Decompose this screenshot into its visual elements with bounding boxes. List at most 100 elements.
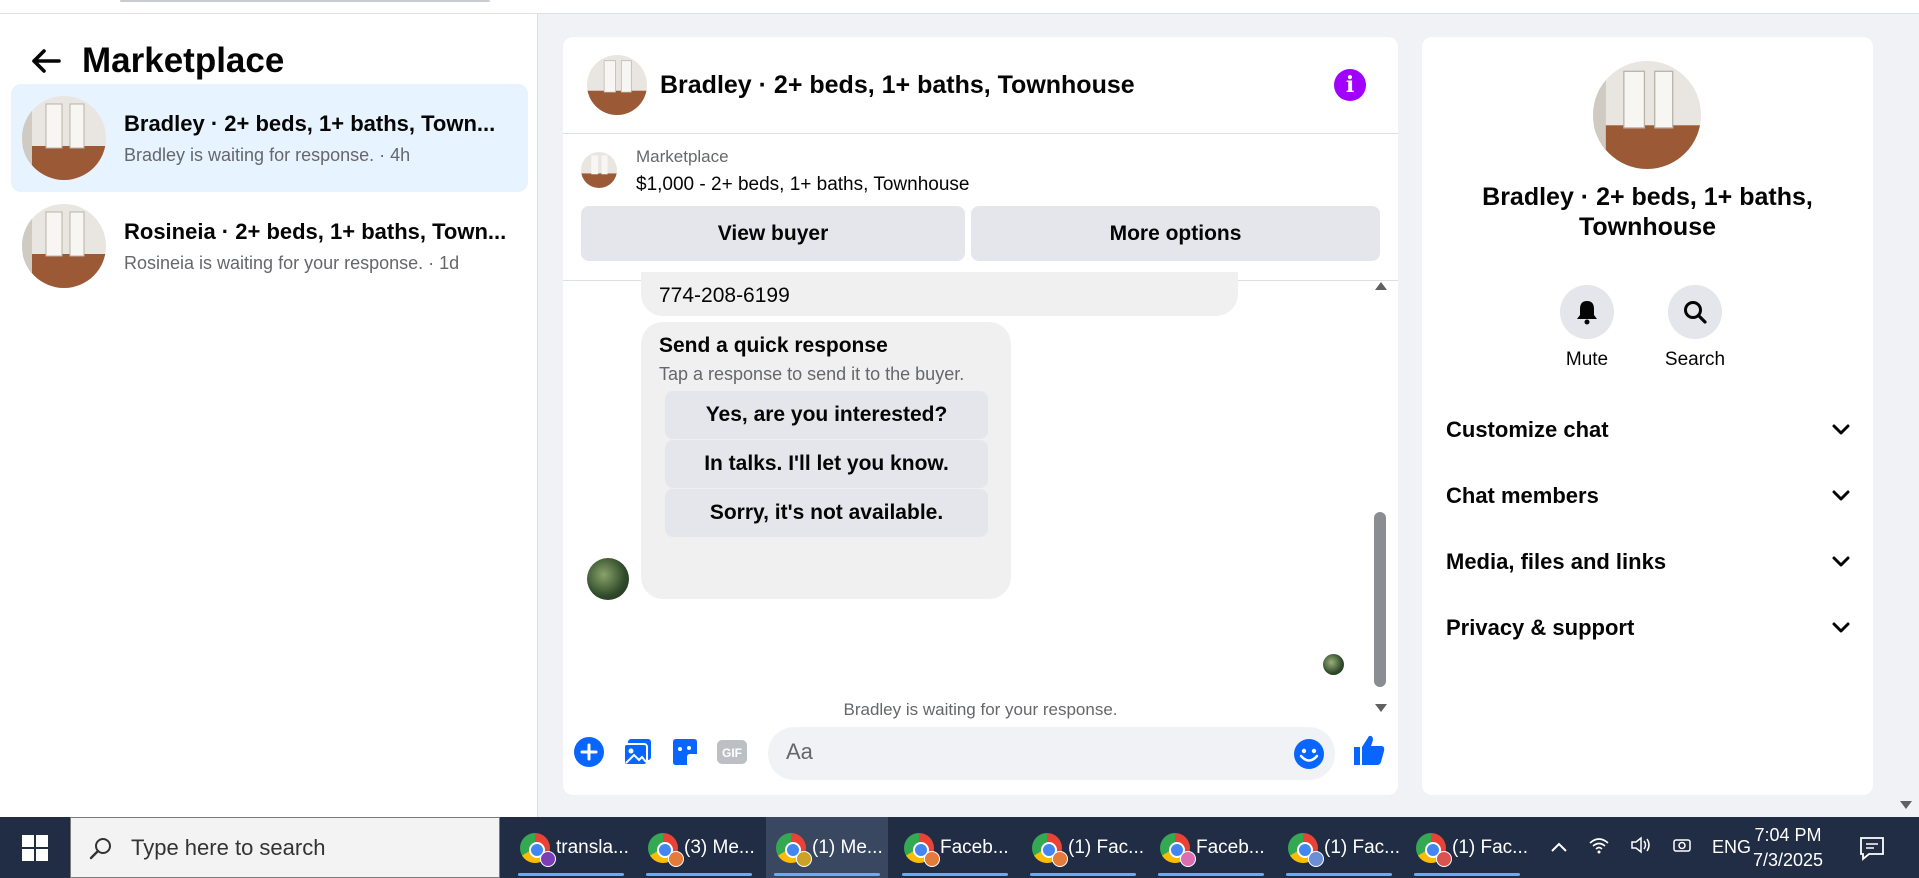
conversation-sidebar: Marketplace Bradley · 2+ beds, 1+ baths,…: [0, 14, 538, 817]
wifi-icon[interactable]: [1588, 836, 1610, 859]
listing-thumbnail: [22, 204, 106, 288]
section-label: Customize chat: [1446, 417, 1609, 442]
search-label: Search: [1664, 349, 1726, 370]
taskbar-app-label: (1) Fac...: [1452, 836, 1528, 858]
chat-scrollbar[interactable]: [1371, 282, 1389, 712]
browser-top-strip: [0, 0, 1919, 14]
listing-card: Marketplace $1,000 - 2+ beds, 1+ baths, …: [563, 134, 1398, 281]
taskbar-app-label: Faceb...: [940, 836, 1009, 858]
thumbs-up-icon[interactable]: [1351, 732, 1387, 768]
section-label: Media, files and links: [1446, 549, 1667, 574]
chat-title[interactable]: Bradley · 2+ beds, 1+ baths, Townhouse: [660, 71, 1135, 100]
chrome-icon: [1160, 832, 1196, 867]
scroll-up-arrow-icon[interactable]: [1375, 282, 1387, 290]
conversation-title: Rosineia · 2+ beds, 1+ baths, Town...: [124, 218, 507, 244]
notification-icon[interactable]: [1855, 831, 1889, 865]
view-buyer-button[interactable]: View buyer: [581, 206, 965, 261]
photo-icon[interactable]: [622, 736, 654, 768]
details-panel: Bradley · 2+ beds, 1+ baths, Townhouse M…: [1422, 37, 1873, 795]
section-customize-chat[interactable]: Customize chat: [1446, 405, 1851, 455]
quick-response-option[interactable]: In talks. I'll let you know.: [665, 440, 988, 488]
speaker-icon[interactable]: [1630, 836, 1652, 859]
section-label: Privacy & support: [1446, 615, 1635, 640]
back-arrow-icon[interactable]: [28, 43, 64, 79]
scrollbar-thumb[interactable]: [1374, 512, 1386, 687]
windows-start-icon[interactable]: [0, 817, 70, 878]
quick-response-option[interactable]: Yes, are you interested?: [665, 391, 988, 439]
conversation-item-bradley[interactable]: Bradley · 2+ beds, 1+ baths, Town... Bra…: [11, 84, 528, 192]
message-input-box: [768, 727, 1335, 780]
taskbar-clock[interactable]: 7:04 PM 7/3/2025: [1738, 823, 1838, 873]
search-icon: [89, 837, 111, 859]
taskbar-app-label: Faceb...: [1196, 836, 1265, 858]
scroll-down-arrow-icon[interactable]: [1375, 704, 1387, 712]
details-name: Bradley · 2+ beds, 1+ baths, Townhouse: [1482, 183, 1813, 241]
search-button[interactable]: Search: [1655, 285, 1735, 371]
taskbar-app-chrome[interactable]: (1) Me...: [766, 817, 888, 878]
address-bar-edge: [120, 0, 490, 2]
waiting-status: Bradley is waiting for your response.: [843, 700, 1118, 719]
conversation-subtitle: Rosineia is waiting for your response. ·…: [124, 252, 460, 273]
taskbar-app-chrome[interactable]: (1) Fac...: [1406, 817, 1528, 878]
chevron-down-icon: [1832, 622, 1850, 633]
taskbar-app-chrome[interactable]: (1) Fac...: [1022, 817, 1144, 878]
chat-avatar[interactable]: [587, 55, 647, 115]
gif-icon[interactable]: GIF: [716, 736, 748, 768]
camera-icon[interactable]: [1672, 836, 1692, 859]
clock-time: 7:04 PM: [1754, 825, 1822, 845]
system-tray: ENG: [1540, 817, 1761, 878]
info-icon[interactable]: i: [1334, 69, 1366, 101]
chevron-up-icon[interactable]: [1550, 837, 1568, 858]
taskbar-app-label: (1) Fac...: [1324, 836, 1400, 858]
taskbar-search-box[interactable]: Type here to search: [70, 817, 500, 878]
sidebar-title: Marketplace: [82, 41, 285, 80]
chat-panel: Bradley · 2+ beds, 1+ baths, Townhouse i…: [563, 37, 1398, 795]
details-avatar: [1593, 61, 1701, 169]
conversation-item-rosineia[interactable]: Rosineia · 2+ beds, 1+ baths, Town... Ro…: [11, 192, 528, 300]
section-label: Chat members: [1446, 483, 1599, 508]
taskbar-app-label: (1) Fac...: [1068, 836, 1144, 858]
emoji-icon[interactable]: [1293, 738, 1325, 770]
search-icon[interactable]: [1668, 285, 1722, 339]
quick-response-card: Send a quick response Tap a response to …: [641, 322, 1011, 599]
bell-icon[interactable]: [1560, 285, 1614, 339]
chrome-icon: [648, 832, 684, 867]
more-options-button[interactable]: More options: [971, 206, 1380, 261]
mute-button[interactable]: Mute: [1547, 285, 1627, 371]
section-privacy-support[interactable]: Privacy & support: [1446, 603, 1851, 653]
section-chat-members[interactable]: Chat members: [1446, 471, 1851, 521]
taskbar-app-chrome[interactable]: (3) Me...: [638, 817, 760, 878]
listing-source: Marketplace: [636, 147, 729, 166]
taskbar-app-label: (1) Me...: [812, 836, 883, 858]
chevron-down-icon: [1832, 490, 1850, 501]
chat-header: Bradley · 2+ beds, 1+ baths, Townhouse i: [563, 37, 1398, 134]
quick-response-title: Send a quick response: [659, 334, 888, 357]
sticker-icon[interactable]: [669, 736, 701, 768]
chevron-down-icon: [1832, 424, 1850, 435]
taskbar-search-placeholder: Type here to search: [131, 834, 326, 860]
message-input[interactable]: [786, 739, 1266, 765]
listing-price: $1,000 - 2+ beds, 1+ baths, Townhouse: [636, 174, 970, 195]
plus-icon[interactable]: [573, 736, 605, 768]
clock-date: 7/3/2025: [1752, 850, 1824, 870]
message-list: 774-208-6199 Send a quick response Tap a…: [563, 272, 1398, 719]
chrome-icon: [520, 832, 556, 867]
scroll-down-arrow-icon[interactable]: [1900, 801, 1912, 809]
section-media-files-links[interactable]: Media, files and links: [1446, 537, 1851, 587]
taskbar-app-label: transla...: [556, 836, 629, 858]
quick-response-option[interactable]: Sorry, it's not available.: [665, 489, 988, 537]
seen-receipt-avatar: [1323, 654, 1344, 675]
conversation-subtitle: Bradley is waiting for response. · 4h: [124, 144, 411, 165]
taskbar-app-chrome[interactable]: transla...: [510, 817, 632, 878]
taskbar-app-chrome[interactable]: Faceb...: [894, 817, 1016, 878]
taskbar-app-chrome[interactable]: Faceb...: [1150, 817, 1272, 878]
chrome-icon: [1288, 832, 1324, 867]
chrome-icon: [1416, 832, 1452, 867]
message-bubble: 774-208-6199: [641, 272, 1238, 316]
taskbar-app-label: (3) Me...: [684, 836, 755, 858]
sender-avatar: [587, 558, 629, 600]
taskbar-app-chrome[interactable]: (1) Fac...: [1278, 817, 1400, 878]
page-scrollbar[interactable]: [1893, 14, 1919, 817]
quick-response-subtitle: Tap a response to send it to the buyer.: [659, 364, 965, 384]
mute-label: Mute: [1565, 349, 1609, 370]
